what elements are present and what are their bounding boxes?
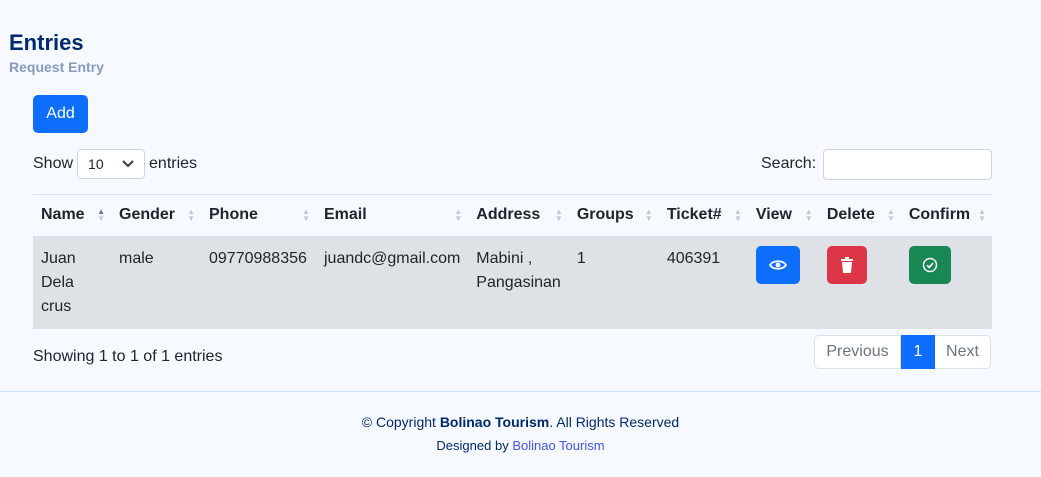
copyright: © Copyright Bolinao Tourism. All Rights … — [361, 414, 680, 430]
table-info: Showing 1 to 1 of 1 entries — [33, 348, 223, 365]
eye-icon — [768, 259, 787, 270]
page-title: Entries — [9, 30, 84, 55]
pagination: Previous 1 Next — [814, 335, 991, 369]
sort-icon: ▲ ▼ — [302, 207, 310, 223]
cell-phone: 09770988356 — [201, 235, 316, 329]
sort-icon: ▲ ▼ — [886, 207, 895, 223]
page-1-button[interactable]: 1 — [901, 335, 935, 369]
column-header-email[interactable]: Email ▲ ▼ — [316, 194, 469, 236]
cell-gender: male — [111, 235, 201, 329]
page-title-block: Entries Request Entry — [9, 29, 104, 75]
cell-delete — [818, 235, 901, 329]
sort-icon: ▲ ▼ — [644, 207, 653, 223]
sort-icon: ▲ ▼ — [554, 207, 563, 223]
column-header-phone[interactable]: Phone ▲ ▼ — [201, 194, 316, 236]
view-button[interactable] — [755, 245, 800, 284]
trash-icon — [840, 256, 853, 273]
add-button[interactable]: Add — [33, 95, 88, 133]
cell-ticket: 406391 — [658, 235, 748, 329]
check-circle-icon — [922, 257, 938, 272]
sort-icon: ▲ ▼ — [97, 207, 105, 223]
entries-length-control: Show 10 entries — [33, 148, 197, 180]
breadcrumb: Request Entry — [9, 59, 104, 75]
previous-page-button[interactable]: Previous — [814, 335, 901, 369]
table-row: Juan Dela crus male 09770988356 juandc@g… — [33, 235, 992, 329]
sort-icon: ▲ ▼ — [454, 207, 463, 223]
next-page-button[interactable]: Next — [935, 335, 991, 369]
search-input[interactable] — [823, 148, 993, 180]
length-prefix: Show — [33, 155, 74, 172]
column-header-delete[interactable]: Delete ▲ ▼ — [818, 194, 901, 236]
sort-icon: ▲ ▼ — [733, 207, 742, 223]
search-label: Search: — [761, 155, 817, 172]
delete-button[interactable] — [826, 245, 867, 284]
footer: © Copyright Bolinao Tourism. All Rights … — [0, 391, 1041, 477]
length-suffix: entries — [149, 155, 198, 172]
table-header-row: Name ▲ ▼ Gender ▲ ▼ Phone ▲ ▼ Email ▲ ▼ Address ▲… — [33, 194, 992, 236]
sort-icon: ▲ ▼ — [187, 207, 195, 223]
designer-link[interactable]: Bolinao Tourism — [512, 438, 604, 453]
column-header-view[interactable]: View ▲ ▼ — [747, 194, 819, 236]
column-header-gender[interactable]: Gender ▲ ▼ — [111, 194, 201, 236]
entries-table: Name ▲ ▼ Gender ▲ ▼ Phone ▲ ▼ Email ▲ ▼ Address ▲… — [33, 194, 992, 329]
column-header-confirm[interactable]: Confirm ▲ ▼ — [900, 194, 992, 236]
chevron-down-icon — [122, 160, 134, 168]
search-control: Search: — [761, 148, 993, 180]
column-header-ticket[interactable]: Ticket# ▲ ▼ — [658, 194, 748, 236]
cell-confirm — [900, 235, 992, 329]
column-header-address[interactable]: Address ▲ ▼ — [468, 194, 569, 236]
column-header-name[interactable]: Name ▲ ▼ — [33, 194, 111, 236]
cell-name: Juan Dela crus — [33, 235, 111, 329]
entries-per-page-select[interactable]: 10 — [77, 149, 146, 179]
confirm-button[interactable] — [908, 245, 951, 284]
entries-per-page-value: 10 — [88, 156, 104, 172]
designed-by: Designed by Bolinao Tourism — [436, 438, 605, 453]
cell-view — [747, 235, 819, 329]
cell-address: Mabini , Pangasinan — [468, 235, 569, 329]
cell-groups: 1 — [568, 235, 659, 329]
sort-icon: ▲ ▼ — [804, 207, 813, 223]
brand-name: Bolinao Tourism — [439, 414, 550, 430]
cell-email: juandc@gmail.com — [316, 235, 469, 329]
sort-icon: ▲ ▼ — [978, 207, 986, 223]
column-header-groups[interactable]: Groups ▲ ▼ — [568, 194, 659, 236]
